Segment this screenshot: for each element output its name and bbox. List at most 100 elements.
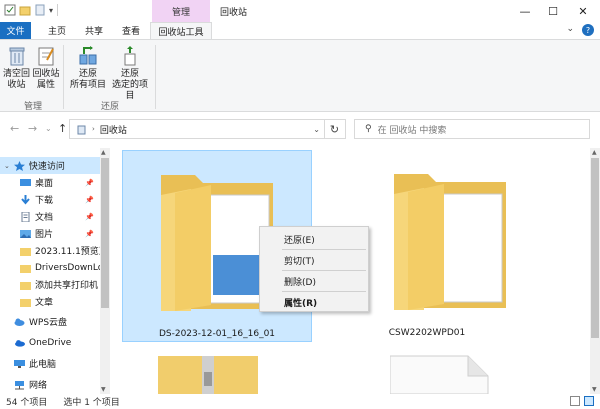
- sidebar-item-label: 下载: [35, 196, 54, 206]
- blank-file-icon: [389, 355, 489, 394]
- tab-view[interactable]: 查看: [116, 22, 146, 39]
- help-icon[interactable]: ?: [582, 24, 594, 36]
- tab-file[interactable]: 文件: [0, 22, 31, 39]
- sidebar-item-label: 网络: [29, 381, 48, 391]
- file-tile-zip[interactable]: [158, 352, 258, 394]
- scroll-down-icon[interactable]: ▼: [101, 386, 106, 393]
- search-placeholder: 在 回收站 中搜索: [377, 125, 447, 136]
- menu-item-restore[interactable]: 还原(E): [260, 230, 368, 248]
- folder-icon: [394, 174, 506, 310]
- sidebar-item-network[interactable]: 网络: [0, 376, 100, 393]
- view-switcher: [570, 396, 594, 406]
- status-bar: 54 个项目 选中 1 个项目: [0, 394, 600, 409]
- sidebar-item-wps-cloud[interactable]: WPS云盘: [0, 313, 100, 330]
- content-scroll-thumb[interactable]: [591, 158, 599, 338]
- sidebar-item-folder[interactable]: DriversDownLo: [0, 259, 100, 276]
- network-icon: [15, 380, 24, 389]
- menu-item-cut[interactable]: 剪切(T): [260, 251, 368, 269]
- sidebar-item-label: 图片: [35, 230, 54, 240]
- sidebar-item-folder[interactable]: 2023.11.1预览正: [0, 242, 100, 259]
- sidebar-item-label: WPS云盘: [29, 318, 68, 328]
- sidebar-item-folder[interactable]: 文章: [0, 293, 100, 310]
- sidebar-item-quick-access[interactable]: ⌄ 快速访问: [0, 157, 100, 174]
- recent-locations-icon[interactable]: ⌄: [45, 124, 52, 133]
- sidebar-item-label: 桌面: [35, 179, 54, 189]
- restore-selected-button[interactable]: 还原 选定的项目: [108, 45, 152, 102]
- pin-icon[interactable]: 📌: [85, 213, 94, 221]
- sidebar-item-label: OneDrive: [29, 337, 72, 348]
- navigation-pane: ⌄ 快速访问 桌面 📌 下载 📌 文档 📌 图片 📌 2023.11.1预览正 …: [0, 148, 110, 394]
- restore-all-button[interactable]: 还原 所有项目: [68, 45, 108, 91]
- context-menu: 还原(E) 剪切(T) 删除(D) 属性(R): [259, 226, 369, 312]
- breadcrumb[interactable]: 回收站: [100, 123, 127, 136]
- tab-home[interactable]: 主页: [42, 22, 72, 39]
- tab-recycle-bin-tools[interactable]: 回收站工具: [150, 22, 212, 40]
- ribbon-tabs: 文件 主页 共享 查看 回收站工具 ⌄ ?: [0, 22, 600, 40]
- collapse-ribbon-icon[interactable]: ⌄: [566, 24, 574, 36]
- address-dropdown-icon[interactable]: ⌄: [313, 125, 320, 134]
- sidebar-item-pictures[interactable]: 图片 📌: [0, 225, 100, 242]
- file-tile[interactable]: CSW2202WPD01: [372, 150, 562, 342]
- empty-recycle-bin-button[interactable]: 清空回 收站: [3, 45, 30, 91]
- page-icon[interactable]: [34, 4, 46, 16]
- selection-count: 选中 1 个项目: [63, 398, 120, 408]
- menu-item-delete[interactable]: 删除(D): [260, 272, 368, 290]
- menu-item-properties[interactable]: 属性(R): [260, 293, 368, 311]
- restore-all-label: 还原 所有项目: [69, 69, 106, 90]
- sidebar-scroll-thumb[interactable]: [101, 158, 109, 308]
- forward-arrow-icon[interactable]: →: [28, 122, 37, 135]
- computer-icon: [14, 359, 25, 368]
- sidebar-item-label: 文章: [35, 298, 54, 308]
- pin-icon[interactable]: 📌: [85, 179, 94, 187]
- title-bar: ▾ 管理 回收站 — ☐ ✕: [0, 0, 600, 22]
- sidebar-scrollbar[interactable]: ▲ ▼: [100, 148, 110, 394]
- onedrive-icon: [15, 339, 25, 347]
- refresh-button[interactable]: ↻: [324, 119, 346, 139]
- up-arrow-icon[interactable]: ↑: [58, 122, 67, 135]
- scroll-up-icon[interactable]: ▲: [101, 149, 106, 156]
- tab-share[interactable]: 共享: [79, 22, 109, 39]
- desktop-icon: [20, 178, 31, 186]
- folder-icon: [20, 298, 31, 307]
- file-tile-document[interactable]: [389, 354, 490, 394]
- download-icon: [21, 194, 30, 205]
- star-icon: [13, 160, 25, 171]
- sidebar-item-label: DriversDownLo: [35, 262, 100, 273]
- recycle-bin-icon: [9, 47, 24, 66]
- breadcrumb-chevron-icon[interactable]: ›: [92, 125, 95, 133]
- document-icon: [21, 211, 30, 222]
- pin-icon[interactable]: 📌: [85, 230, 94, 238]
- sidebar-item-folder[interactable]: 添加共享打印机: [0, 276, 100, 293]
- sidebar-item-label: 此电脑: [29, 360, 57, 370]
- sidebar-item-this-pc[interactable]: 此电脑: [0, 355, 100, 372]
- large-icons-view-icon[interactable]: [584, 396, 594, 406]
- search-input[interactable]: ⚲ 在 回收站 中搜索: [354, 119, 590, 139]
- customize-qat-icon[interactable]: ▾: [49, 6, 53, 15]
- properties-icon[interactable]: [4, 4, 16, 16]
- chevron-down-icon[interactable]: ⌄: [4, 162, 10, 170]
- details-view-icon[interactable]: [570, 396, 580, 406]
- pin-icon[interactable]: 📌: [85, 196, 94, 204]
- back-arrow-icon[interactable]: ←: [10, 122, 19, 135]
- new-folder-icon[interactable]: [19, 4, 31, 16]
- sidebar-item-downloads[interactable]: 下载 📌: [0, 191, 100, 208]
- group-divider: [155, 45, 156, 109]
- context-tab-manage[interactable]: 管理: [152, 0, 210, 22]
- close-button[interactable]: ✕: [568, 0, 598, 22]
- maximize-button[interactable]: ☐: [538, 0, 568, 22]
- recycle-bin-properties-button[interactable]: 回收站 属性: [32, 45, 60, 91]
- minimize-button[interactable]: —: [510, 0, 540, 22]
- scroll-up-icon[interactable]: ▲: [592, 149, 597, 156]
- sidebar-item-label: 2023.11.1预览正: [35, 247, 100, 257]
- sidebar-item-documents[interactable]: 文档 📌: [0, 208, 100, 225]
- scroll-down-icon[interactable]: ▼: [592, 386, 597, 393]
- sidebar-item-label: 快速访问: [28, 162, 65, 172]
- group-label-manage: 管理: [24, 102, 43, 112]
- address-bar[interactable]: › 回收站 ⌄: [69, 119, 325, 139]
- content-scrollbar[interactable]: ▲ ▼: [590, 148, 600, 394]
- sidebar-item-label: 文档: [35, 213, 54, 223]
- sidebar-item-onedrive[interactable]: OneDrive: [0, 334, 100, 351]
- ribbon-controls: ⌄ ?: [566, 24, 594, 36]
- sidebar-item-desktop[interactable]: 桌面 📌: [0, 174, 100, 191]
- item-count: 54 个项目: [6, 398, 48, 408]
